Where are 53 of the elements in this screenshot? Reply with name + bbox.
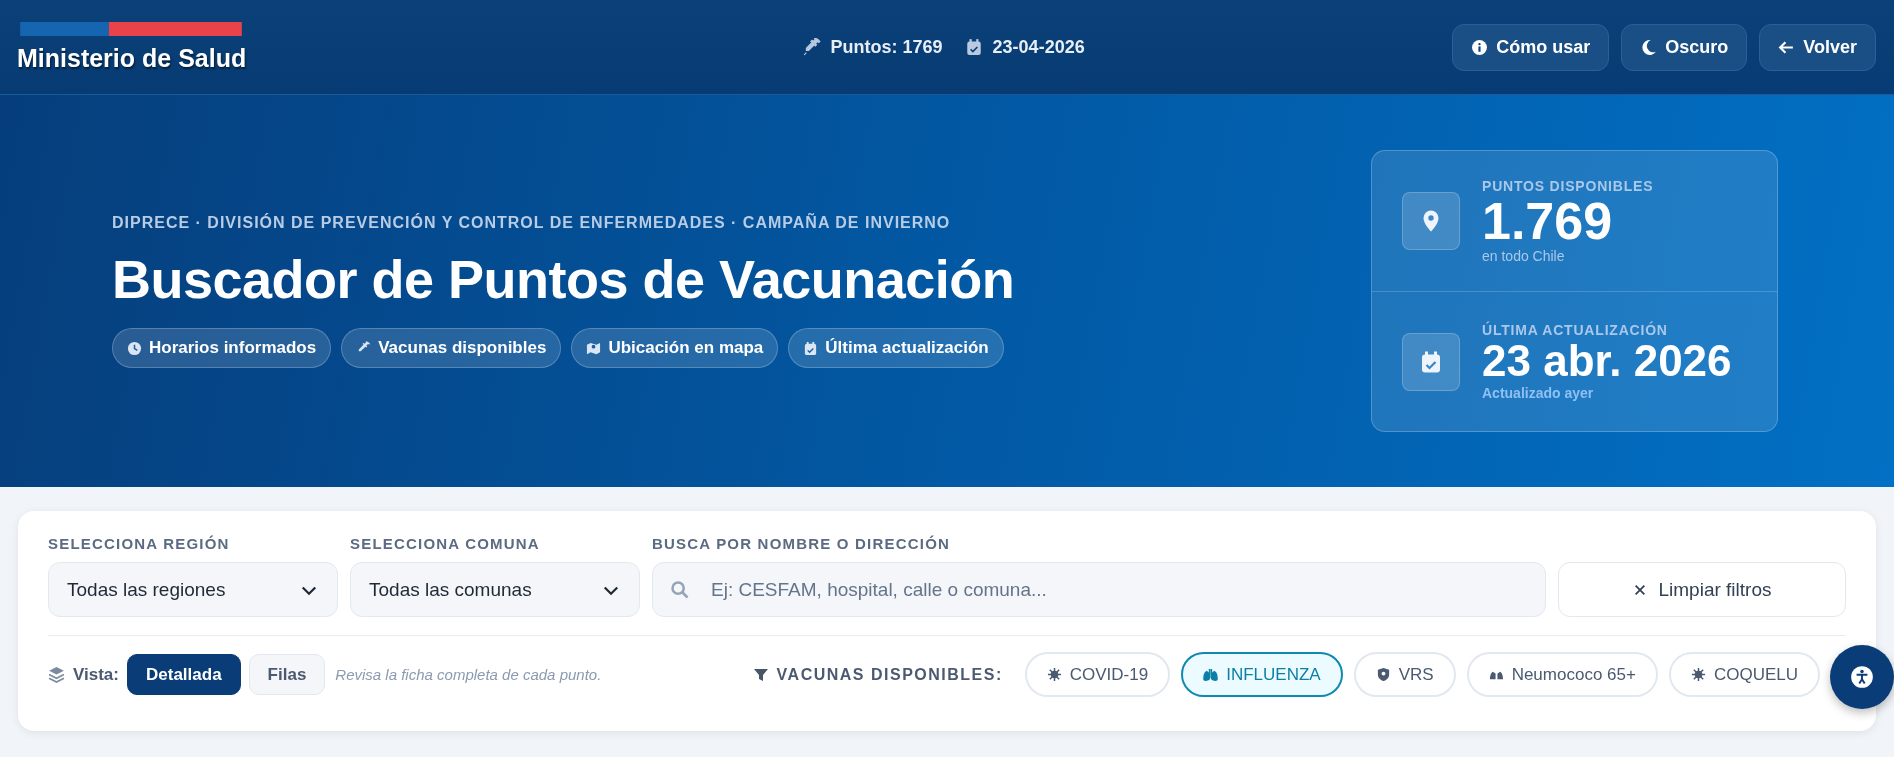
field-label: BUSCA POR NOMBRE O DIRECCIÓN [652, 535, 952, 553]
clear-filters-button[interactable]: Limpiar filtros [1558, 562, 1846, 617]
vaccine-chip[interactable]: Neumococo 65+ [1466, 652, 1658, 697]
vaccine-chip[interactable]: COQUELU [1668, 652, 1820, 697]
filter-icon [752, 666, 769, 683]
hero-subtitle: DIPRECE · DIVISIÓN DE PREVENCIÓN Y CONTROL DE ENFERMEDADES · CAMPAÑA DE INVIERNO [112, 214, 952, 232]
stat-note: Actualizado ayer [1482, 384, 1595, 401]
field-label: SELECCIONA REGIÓN [48, 535, 231, 553]
vaccine-chip[interactable]: INFLUENZA [1181, 652, 1343, 697]
dark-mode-button[interactable]: Oscuro [1621, 23, 1748, 71]
feature-chip: Vacunas disponibles [341, 328, 562, 368]
comuna-dropdown[interactable]: Todas las comunas [350, 562, 640, 617]
moon-icon [1640, 38, 1658, 56]
search-icon [670, 580, 690, 600]
info-icon [1471, 38, 1489, 56]
feature-chip: Horarios informados [112, 328, 332, 368]
syringe-icon [802, 38, 821, 56]
view-label: Vista: [73, 664, 119, 685]
view-toggle[interactable]: Filas [248, 654, 326, 695]
stat-label: ÚLTIMA ACTUALIZACIÓN [1482, 322, 1669, 339]
view-hint: Revisa la ficha completa de cada punto. [335, 666, 602, 683]
virus-icon [1690, 667, 1706, 682]
stat-label: PUNTOS DISPONIBLES [1482, 177, 1654, 194]
stat-value: 1.769 [1482, 193, 1614, 249]
region-dropdown[interactable]: Todas las regiones [48, 562, 338, 617]
calendar-icon [964, 38, 983, 56]
flag-stripe-icon [17, 21, 245, 36]
help-button[interactable]: Cómo usar [1452, 23, 1610, 71]
close-icon [1632, 582, 1647, 597]
calendar-check-icon [1419, 349, 1443, 374]
logo-text: Ministerio de Salud [17, 43, 248, 73]
current-date: 23-04-2026 [992, 36, 1085, 58]
field-label: SELECCIONA COMUNA [350, 535, 541, 553]
accessibility-icon [1849, 664, 1875, 690]
hero-title: Buscador de Puntos de Vacunación [112, 248, 1015, 310]
view-toggle[interactable]: Detallada [127, 654, 241, 695]
calendar-check-icon [803, 340, 819, 356]
back-button[interactable]: Volver [1759, 23, 1876, 71]
shield-icon [1375, 667, 1391, 682]
vaccine-chip[interactable]: VRS [1353, 652, 1456, 697]
vaccine-chip[interactable]: COVID-19 [1024, 652, 1171, 697]
stat-value: 23 abr. 2026 [1482, 338, 1732, 385]
map-icon [586, 340, 602, 356]
search-field[interactable]: Ej: CESFAM, hospital, calle o comuna... [652, 562, 1546, 617]
feature-chip: Última actualización [788, 328, 1004, 368]
points-count: Puntos: 1769 [830, 36, 943, 58]
stat-note: en todo Chile [1482, 248, 1566, 265]
vaccines-label: VACUNAS DISPONIBLES: [776, 665, 1003, 684]
accessibility-button[interactable] [1830, 645, 1894, 709]
layers-icon [48, 666, 65, 683]
feature-chip: Ubicación en mapa [571, 328, 779, 368]
virus-icon [1046, 667, 1062, 682]
clock-icon [127, 340, 142, 356]
